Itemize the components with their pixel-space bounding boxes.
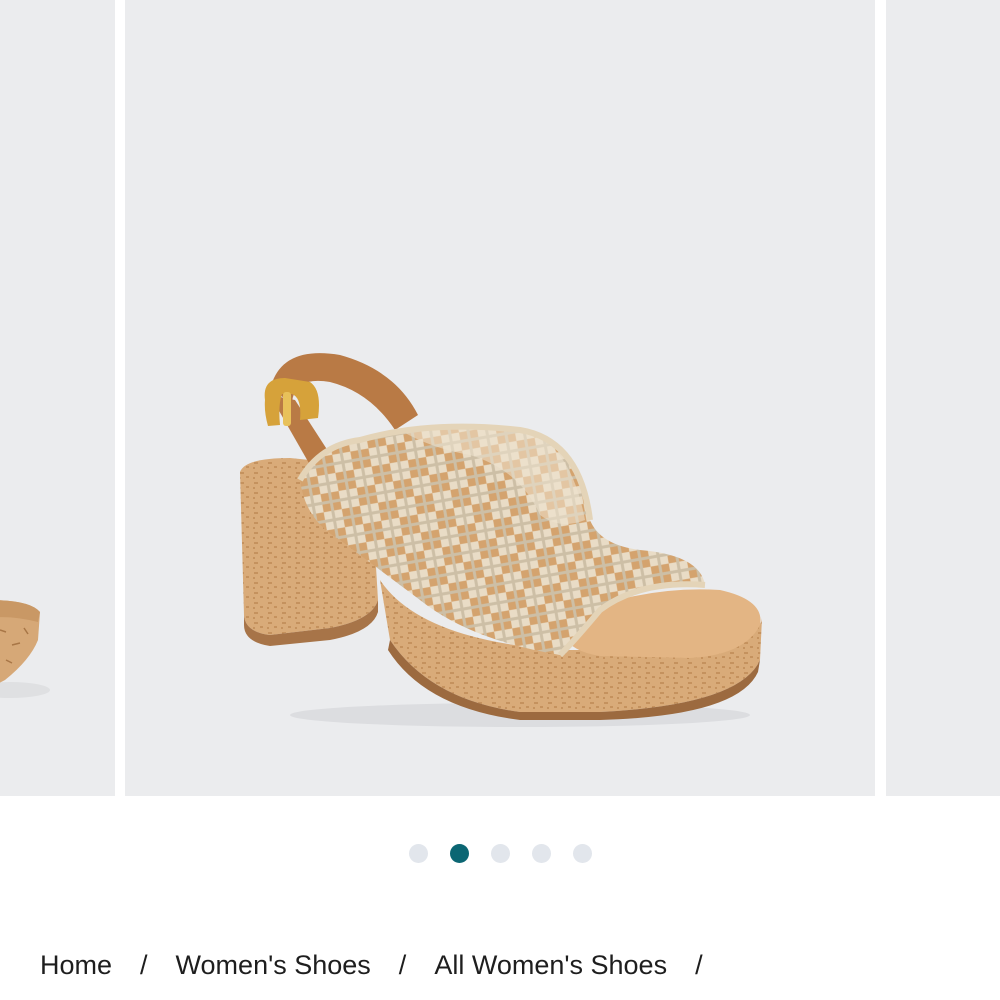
carousel-dot-1[interactable] (408, 844, 428, 863)
breadcrumb-womens-shoes-link[interactable]: Women's Shoes (176, 950, 371, 981)
breadcrumb-all-womens-shoes-link[interactable]: All Women's Shoes (434, 950, 667, 981)
carousel-dot-3[interactable] (490, 844, 510, 863)
carousel-slide-previous[interactable] (0, 0, 115, 796)
product-page: Home / Women's Shoes / All Women's Shoes… (0, 0, 1000, 1000)
breadcrumb-separator: / (695, 950, 703, 980)
carousel-dot-2[interactable] (449, 844, 469, 863)
carousel-slide-current[interactable] (125, 0, 975, 796)
carousel-dot-4[interactable] (531, 844, 551, 863)
breadcrumb-separator: / (140, 950, 148, 980)
previous-product-image (0, 600, 50, 698)
breadcrumb: Home / Women's Shoes / All Women's Shoes… (40, 950, 731, 981)
product-image (240, 353, 762, 727)
product-image-carousel[interactable] (0, 0, 1000, 796)
breadcrumb-separator: / (398, 950, 407, 980)
breadcrumb-home-link[interactable]: Home (40, 950, 112, 981)
carousel-slide-next[interactable] (886, 0, 1000, 796)
carousel-dot-5[interactable] (572, 844, 592, 863)
carousel-pagination (0, 844, 1000, 863)
